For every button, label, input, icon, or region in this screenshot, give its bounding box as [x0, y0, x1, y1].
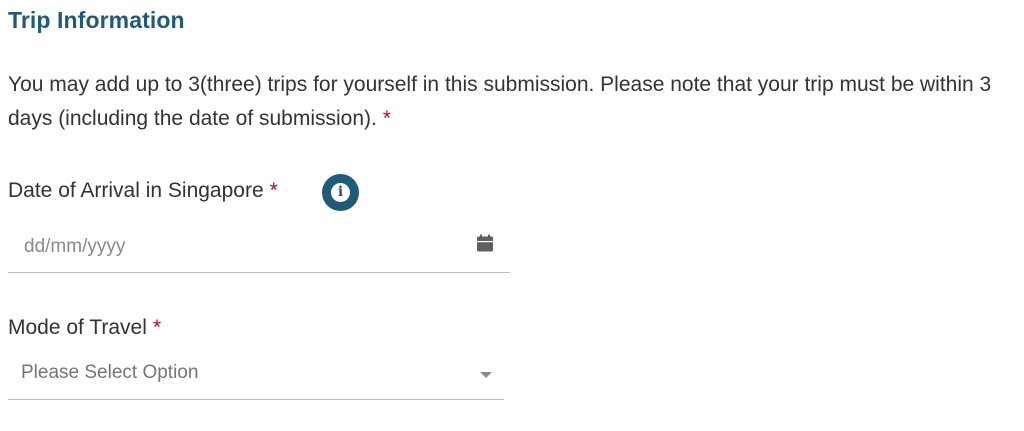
arrival-date-input[interactable] [24, 234, 454, 260]
arrival-date-label-text: Date of Arrival in Singapore [8, 179, 264, 202]
required-marker: * [152, 316, 162, 339]
mode-of-travel-selected-value: Please Select Option [21, 362, 199, 383]
mode-of-travel-label-text: Mode of Travel [8, 316, 147, 339]
mode-of-travel-select[interactable]: Please Select Option [8, 353, 504, 400]
trip-instructions: You may add up to 3(three) trips for you… [8, 68, 1020, 136]
calendar-icon[interactable] [476, 234, 494, 252]
info-icon[interactable]: i [322, 174, 359, 211]
trip-instructions-text: You may add up to 3(three) trips for you… [8, 73, 992, 130]
trip-information-form: Trip Information You may add up to 3(thr… [0, 0, 1024, 431]
required-marker: * [269, 179, 278, 202]
required-marker: * [382, 107, 391, 130]
info-glyph: i [331, 183, 350, 202]
chevron-down-icon[interactable] [480, 372, 492, 378]
arrival-date-field [8, 226, 510, 273]
arrival-date-label: Date of Arrival in Singapore * [8, 179, 278, 203]
mode-of-travel-label: Mode of Travel * [8, 316, 161, 340]
section-title: Trip Information [8, 7, 185, 33]
